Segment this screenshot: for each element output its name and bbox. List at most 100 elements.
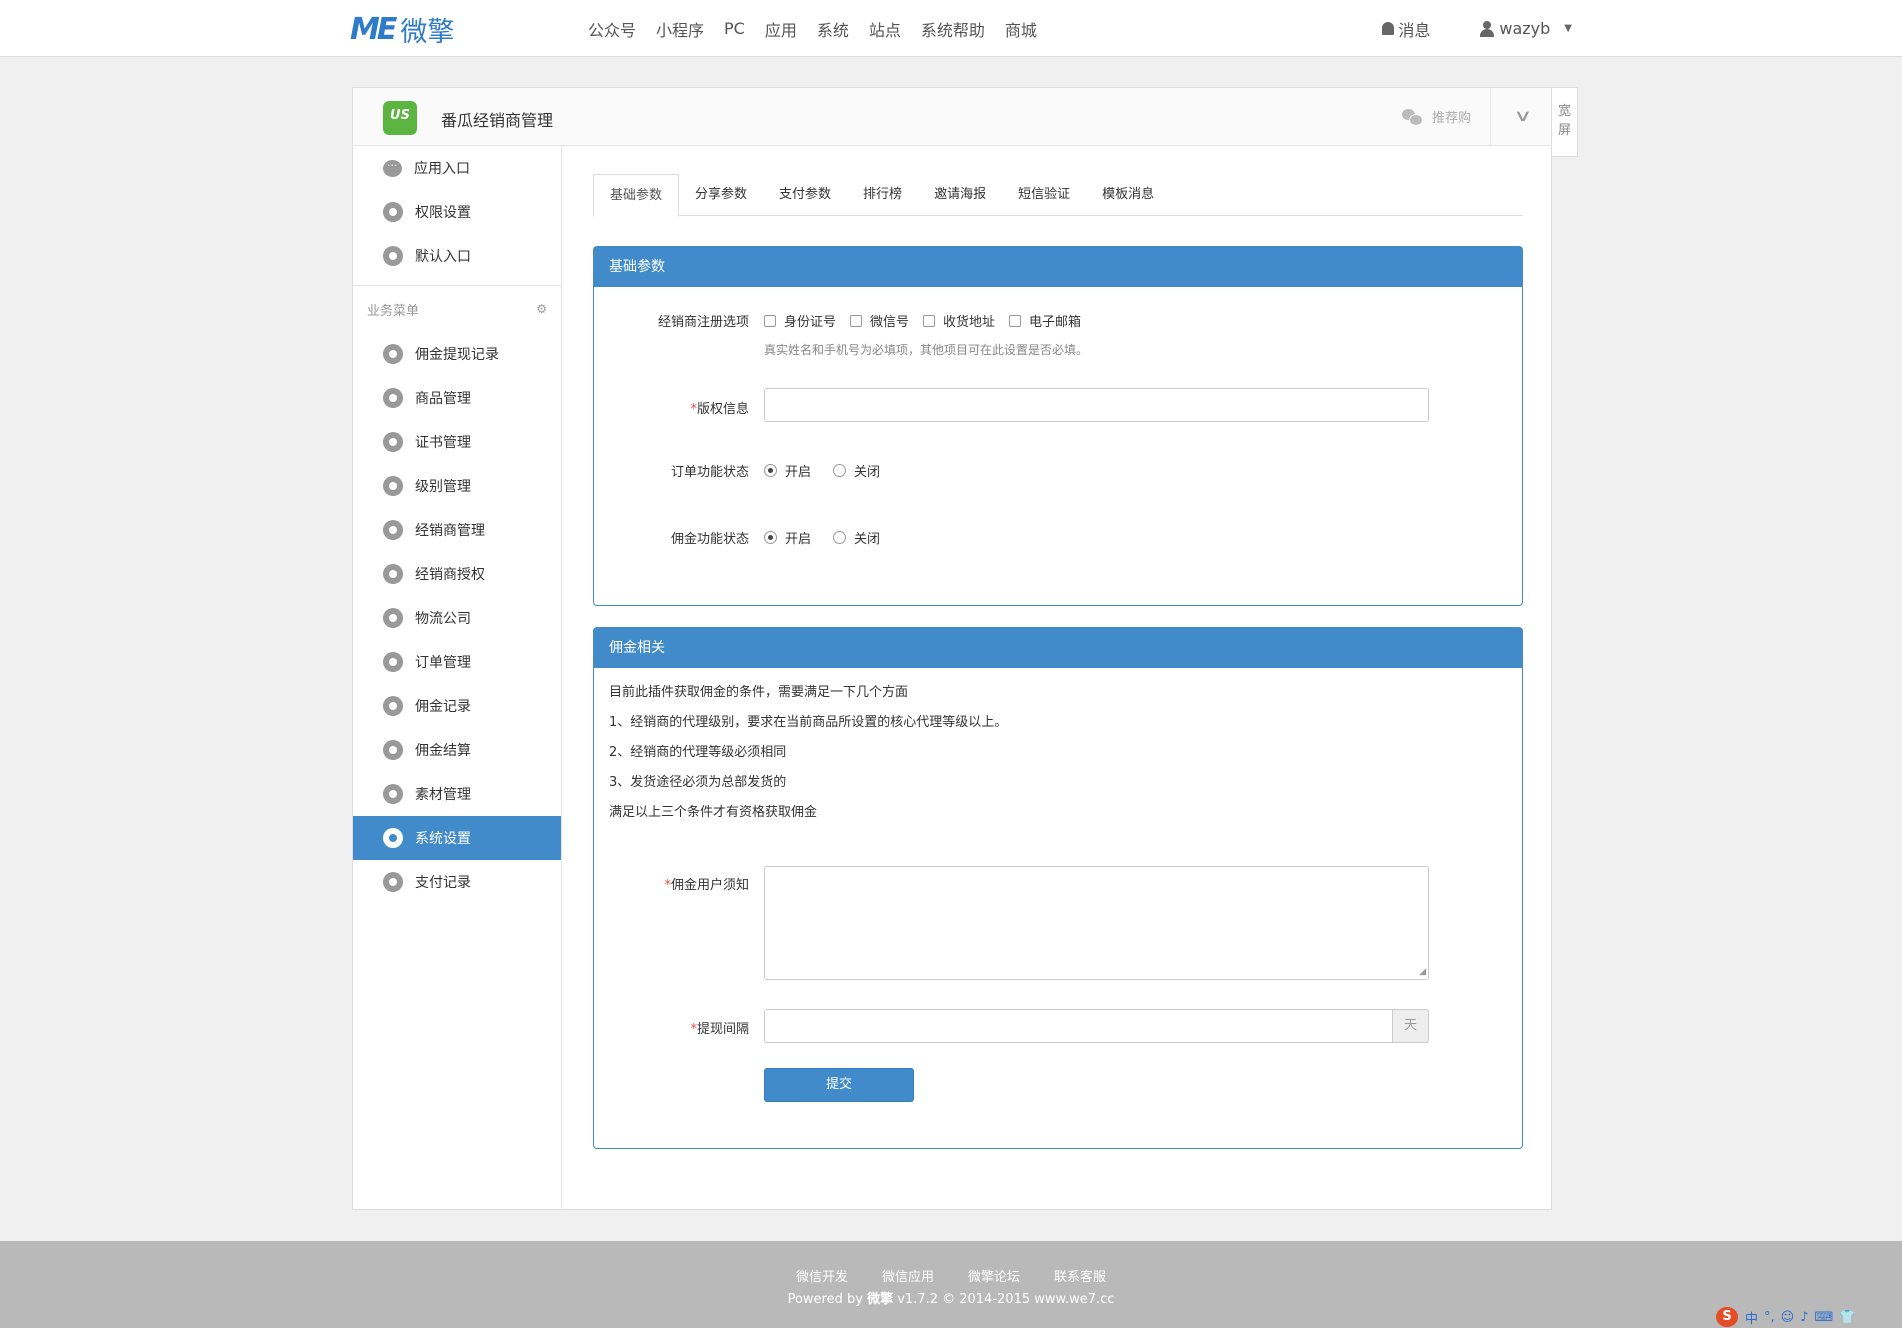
sidebar-item-default-entry[interactable]: 默认入口 xyxy=(353,234,561,278)
commission-on-option[interactable]: 开启 xyxy=(764,528,811,547)
nav-mini-program[interactable]: 小程序 xyxy=(656,17,704,41)
tab-basic[interactable]: 基础参数 xyxy=(593,174,680,217)
sidebar-item-products[interactable]: 商品管理 xyxy=(353,376,561,420)
order-status-radios: 开启 关闭 xyxy=(764,461,902,480)
sidebar-item-commission-settlement[interactable]: 佣金结算 xyxy=(353,728,561,772)
commission-form: *佣金用户须知 ◢ *提现间隔 天 提交 xyxy=(594,828,1522,1138)
sidebar-item-commission-records[interactable]: 佣金记录 xyxy=(353,684,561,728)
settings-gear-icon[interactable]: ⚙ xyxy=(536,302,547,316)
sidebar-item-materials[interactable]: 素材管理 xyxy=(353,772,561,816)
sidebar-section-business: 业务菜单 ⚙ xyxy=(353,285,561,332)
app-title: 番瓜经销商管理 xyxy=(441,111,554,130)
messages-label: 消息 xyxy=(1398,20,1431,40)
content-area: 基础参数 分享参数 支付参数 排行榜 邀请海报 短信验证 模板消息 基础参数 经… xyxy=(593,174,1523,1149)
ime-lang-icon[interactable]: 中 xyxy=(1745,1308,1758,1327)
gear-icon xyxy=(383,476,403,496)
notice-textarea[interactable]: ◢ xyxy=(764,866,1429,980)
footer-link-wechat-apps[interactable]: 微信应用 xyxy=(882,1266,934,1285)
copyright-input[interactable] xyxy=(764,388,1429,422)
commission-description: 目前此插件获取佣金的条件，需要满足一下几个方面 1、经销商的代理级别，要求在当前… xyxy=(594,668,1522,828)
nav-apps[interactable]: 应用 xyxy=(765,17,797,41)
option-wechat-id[interactable]: 微信号 xyxy=(850,311,909,330)
gear-icon xyxy=(383,520,403,540)
sidebar-item-withdraw-records[interactable]: 佣金提现记录 xyxy=(353,332,561,376)
sidebar-item-orders[interactable]: 订单管理 xyxy=(353,640,561,684)
sidebar-item-dealers[interactable]: 经销商管理 xyxy=(353,508,561,552)
nav-pc[interactable]: PC xyxy=(724,19,745,38)
tab-template-msg[interactable]: 模板消息 xyxy=(1086,174,1170,216)
option-address[interactable]: 收货地址 xyxy=(923,311,995,330)
sidebar-item-label: 佣金提现记录 xyxy=(415,347,499,363)
tab-share[interactable]: 分享参数 xyxy=(679,174,763,216)
option-id-card[interactable]: 身份证号 xyxy=(764,311,836,330)
sidebar-item-permissions[interactable]: 权限设置 xyxy=(353,190,561,234)
user-menu[interactable]: wazyb ▼ xyxy=(1480,19,1572,38)
bell-icon xyxy=(1382,22,1395,35)
resize-grip-icon[interactable]: ◢ xyxy=(1419,967,1426,977)
messages-link[interactable]: 消息 xyxy=(1382,17,1430,41)
top-navbar: ME 微擎 公众号 小程序 PC 应用 系统 站点 系统帮助 商城 消息 waz… xyxy=(0,0,1902,57)
nav-system-help[interactable]: 系统帮助 xyxy=(921,17,985,41)
sidebar-item-logistics[interactable]: 物流公司 xyxy=(353,596,561,640)
ime-emoji-icon[interactable]: ☺ xyxy=(1781,1310,1795,1325)
radio-on[interactable] xyxy=(764,531,777,544)
sidebar-item-dealer-auth[interactable]: 经销商授权 xyxy=(353,552,561,596)
tab-ranking[interactable]: 排行榜 xyxy=(847,174,918,216)
ime-punct-icon[interactable]: °, xyxy=(1764,1310,1775,1325)
commission-status-radios: 开启 关闭 xyxy=(764,528,902,547)
user-icon xyxy=(1480,20,1495,37)
checkbox[interactable] xyxy=(1009,314,1022,327)
nav-site[interactable]: 站点 xyxy=(869,17,901,41)
app-logo-icon: US xyxy=(383,101,417,135)
gear-icon xyxy=(383,388,403,408)
commission-card: 佣金相关 目前此插件获取佣金的条件，需要满足一下几个方面 1、经销商的代理级别，… xyxy=(593,627,1523,1149)
ime-skin-icon[interactable]: 👕 xyxy=(1839,1310,1855,1325)
radio-on[interactable] xyxy=(764,464,777,477)
sidebar-item-certificates[interactable]: 证书管理 xyxy=(353,420,561,464)
wechat-account-label: 推荐购 xyxy=(1431,111,1471,126)
checkbox[interactable] xyxy=(923,314,936,327)
interval-input[interactable] xyxy=(764,1009,1393,1043)
nav-store[interactable]: 商城 xyxy=(1005,17,1037,41)
footer-link-wechat-dev[interactable]: 微信开发 xyxy=(796,1266,848,1285)
desc-line: 1、经销商的代理级别，要求在当前商品所设置的核心代理等级以上。 xyxy=(609,715,1008,730)
sogou-logo-icon[interactable]: S xyxy=(1716,1307,1738,1327)
footer-link-contact[interactable]: 联系客服 xyxy=(1054,1266,1106,1285)
logo-text: 微擎 xyxy=(400,16,455,48)
footer-link-forum[interactable]: 微擎论坛 xyxy=(968,1266,1020,1285)
wechat-account-button[interactable]: 推荐购 xyxy=(1401,107,1471,126)
radio-off[interactable] xyxy=(833,531,847,544)
sidebar-item-label: 商品管理 xyxy=(415,391,471,407)
option-email[interactable]: 电子邮箱 xyxy=(1009,311,1081,330)
tab-sms[interactable]: 短信验证 xyxy=(1002,174,1086,216)
desc-line: 2、经销商的代理等级必须相同 xyxy=(609,745,787,760)
sidebar-item-payment-records[interactable]: 支付记录 xyxy=(353,860,561,904)
sidebar-item-label: 级别管理 xyxy=(415,479,471,495)
desc-line: 满足以上三个条件才有资格获取佣金 xyxy=(609,805,818,820)
wide-screen-toggle[interactable]: 宽屏 xyxy=(1552,87,1578,157)
ime-voice-icon[interactable]: ♪ xyxy=(1800,1310,1808,1325)
site-logo[interactable]: ME 微擎 xyxy=(350,12,455,48)
order-on-option[interactable]: 开启 xyxy=(764,461,811,480)
sidebar-item-label: 经销商授权 xyxy=(415,567,485,583)
gear-icon xyxy=(383,652,403,672)
radio-off[interactable] xyxy=(833,464,847,477)
tab-payment[interactable]: 支付参数 xyxy=(763,174,847,216)
register-options-label: 经销商注册选项 xyxy=(657,315,749,330)
nav-official-account[interactable]: 公众号 xyxy=(588,17,636,41)
checkbox[interactable] xyxy=(850,314,863,327)
submit-button[interactable]: 提交 xyxy=(764,1068,914,1102)
order-off-option[interactable]: 关闭 xyxy=(833,461,880,480)
tab-invite-poster[interactable]: 邀请海报 xyxy=(918,174,1002,216)
option-label: 关闭 xyxy=(854,465,881,480)
nav-system[interactable]: 系统 xyxy=(817,17,849,41)
sidebar-item-system-settings[interactable]: 系统设置 xyxy=(353,816,561,860)
chat-icon xyxy=(383,156,402,177)
sidebar-item-levels[interactable]: 级别管理 xyxy=(353,464,561,508)
checkbox[interactable] xyxy=(764,314,776,327)
desc-line: 目前此插件获取佣金的条件，需要满足一下几个方面 xyxy=(609,685,909,700)
ime-keyboard-icon[interactable]: ⌨ xyxy=(1815,1310,1834,1325)
chevron-down-icon[interactable]: ∨ xyxy=(1514,106,1533,125)
sidebar-item-app-entry[interactable]: 应用入口 xyxy=(353,146,561,190)
commission-off-option[interactable]: 关闭 xyxy=(833,528,880,547)
